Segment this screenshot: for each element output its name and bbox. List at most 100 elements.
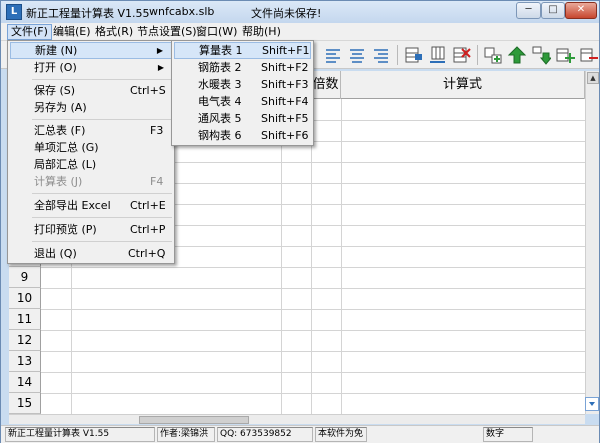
grid-line: [41, 309, 585, 310]
delete-sheet-icon[interactable]: [579, 45, 599, 65]
submenu-item-shortcut: Shift+F4: [261, 95, 309, 108]
menu-format[interactable]: 格式(R): [92, 24, 136, 40]
status-numlock: 数字: [483, 427, 533, 442]
menu-item-label: 单项汇总 (G): [34, 141, 99, 154]
submenu-item-label: 钢构表 6: [198, 129, 242, 142]
menu-file[interactable]: 文件(F): [7, 24, 52, 40]
grid-line: [41, 351, 585, 352]
app-window: L 新正工程量计算表 V1.55 wnfcabx.slb 文件尚未保存! ─ □…: [0, 0, 600, 443]
align-right-icon[interactable]: [371, 45, 391, 65]
menu-item-label: 退出 (Q): [34, 247, 77, 260]
status-notice: 本软件为免: [315, 427, 367, 442]
submenu-item-shortcut: Shift+F3: [261, 78, 309, 91]
toolbar-separator: [477, 45, 478, 65]
horizontal-scroll-thumb[interactable]: [139, 416, 249, 424]
file-name: wnfcabx.slb: [149, 5, 215, 18]
menu-item-save-as[interactable]: 另存为 (A): [10, 99, 172, 116]
grid-line: [41, 288, 585, 289]
grid-line: [41, 330, 585, 331]
row-header-9[interactable]: 9: [9, 267, 41, 288]
submenu-item-rebar[interactable]: 钢筋表 2 Shift+F2: [174, 59, 311, 76]
menu-edit[interactable]: 编辑(E): [50, 24, 94, 40]
submenu-item-shortcut: Shift+F2: [261, 61, 309, 74]
menu-separator: [32, 217, 172, 218]
submenu-item-electrical[interactable]: 电气表 4 Shift+F4: [174, 93, 311, 110]
row-header-12[interactable]: 12: [9, 330, 41, 351]
new-submenu: 算量表 1 Shift+F1 钢筋表 2 Shift+F2 水暖表 3 Shif…: [171, 40, 314, 146]
move-down-icon[interactable]: [531, 45, 553, 65]
submenu-item-quantity[interactable]: 算量表 1 Shift+F1: [174, 42, 311, 59]
file-menu-dropdown: 新建 (N) ▶ 打开 (O) ▶ 保存 (S) Ctrl+S 另存为 (A) …: [7, 40, 175, 264]
row-header-10[interactable]: 10: [9, 288, 41, 309]
row-header-11[interactable]: 11: [9, 309, 41, 330]
menu-help[interactable]: 帮助(H): [239, 24, 284, 40]
menu-item-print-preview[interactable]: 打印预览 (P) Ctrl+P: [10, 221, 172, 238]
scroll-down-icon[interactable]: [585, 397, 599, 411]
maximize-button[interactable]: □: [541, 2, 565, 19]
menu-item-label: 计算表 (J): [34, 175, 83, 188]
scroll-up-icon[interactable]: ▲: [587, 72, 599, 84]
menu-item-save[interactable]: 保存 (S) Ctrl+S: [10, 82, 172, 99]
move-up-icon[interactable]: [507, 45, 527, 65]
grid-line: [41, 372, 585, 373]
menu-item-shortcut: F4: [150, 175, 164, 188]
menu-item-open[interactable]: 打开 (O) ▶: [10, 59, 172, 76]
submenu-item-ventilation[interactable]: 通风表 5 Shift+F5: [174, 110, 311, 127]
vertical-scrollbar[interactable]: ▲: [585, 71, 599, 414]
submenu-arrow-icon: ▶: [157, 63, 164, 72]
submenu-item-plumbing[interactable]: 水暖表 3 Shift+F3: [174, 76, 311, 93]
status-app-version: 新正工程量计算表 V1.55: [5, 427, 155, 442]
close-button[interactable]: ✕: [565, 2, 597, 19]
menu-item-label: 打开 (O): [34, 61, 77, 74]
menu-item-label: 局部汇总 (L): [34, 158, 97, 171]
menu-bar: 文件(F) 编辑(E) 格式(R) 节点设置(S) 窗口(W) 帮助(H): [1, 23, 599, 41]
menu-item-label: 汇总表 (F): [34, 124, 86, 137]
menu-item-exit[interactable]: 退出 (Q) Ctrl+Q: [10, 245, 172, 262]
menu-item-label: 新建 (N): [35, 44, 78, 57]
horizontal-scrollbar[interactable]: [9, 414, 585, 424]
menu-item-single-summary[interactable]: 单项汇总 (G): [10, 139, 172, 156]
menu-item-export-excel[interactable]: 全部导出 Excel Ctrl+E: [10, 197, 172, 214]
menu-item-label: 打印预览 (P): [34, 223, 97, 236]
add-sheet-icon[interactable]: [555, 45, 575, 65]
column-header-formula[interactable]: 计算式: [341, 71, 585, 99]
grid-line: [311, 99, 312, 414]
align-center-icon[interactable]: [347, 45, 367, 65]
menu-item-partial-summary[interactable]: 局部汇总 (L): [10, 156, 172, 173]
column-header-multiplier[interactable]: 倍数: [311, 71, 341, 99]
status-author: 作者:梁锦洪: [157, 427, 215, 442]
insert-row-icon[interactable]: [403, 45, 423, 65]
menu-item-shortcut: Ctrl+Q: [128, 247, 166, 260]
app-title: 新正工程量计算表 V1.55: [26, 7, 150, 20]
row-header-13[interactable]: 13: [9, 351, 41, 372]
align-left-icon[interactable]: [323, 45, 343, 65]
row-header-14[interactable]: 14: [9, 372, 41, 393]
submenu-item-shortcut: Shift+F6: [261, 129, 309, 142]
submenu-item-label: 钢筋表 2: [198, 61, 242, 74]
submenu-item-label: 电气表 4: [198, 95, 242, 108]
minimize-button[interactable]: ─: [516, 2, 541, 19]
menu-separator: [32, 193, 172, 194]
add-node-icon[interactable]: [483, 45, 503, 65]
menu-item-shortcut: F3: [150, 124, 164, 137]
insert-column-icon[interactable]: [427, 45, 447, 65]
menu-separator: [32, 79, 172, 80]
menu-separator: [32, 119, 172, 120]
menu-item-new[interactable]: 新建 (N) ▶: [10, 42, 172, 59]
submenu-item-label: 通风表 5: [198, 112, 242, 125]
menu-item-shortcut: Ctrl+P: [130, 223, 166, 236]
submenu-item-label: 水暖表 3: [198, 78, 242, 91]
menu-item-calc-sheet: 计算表 (J) F4: [10, 173, 172, 190]
menu-window[interactable]: 窗口(W): [193, 24, 240, 40]
title-bar: L 新正工程量计算表 V1.55 wnfcabx.slb 文件尚未保存! ─ □…: [1, 1, 599, 23]
menu-separator: [32, 241, 172, 242]
status-bar: 新正工程量计算表 V1.55 作者:梁锦洪 QQ: 673539852 本软件为…: [1, 425, 599, 443]
menu-node-settings[interactable]: 节点设置(S): [134, 24, 200, 40]
menu-item-label: 另存为 (A): [34, 101, 87, 114]
toolbar-separator: [397, 45, 398, 65]
row-header-15[interactable]: 15: [9, 393, 41, 414]
submenu-item-steel[interactable]: 钢构表 6 Shift+F6: [174, 127, 311, 144]
menu-item-summary[interactable]: 汇总表 (F) F3: [10, 122, 172, 139]
grid-line: [341, 99, 342, 414]
delete-row-icon[interactable]: [451, 45, 471, 65]
